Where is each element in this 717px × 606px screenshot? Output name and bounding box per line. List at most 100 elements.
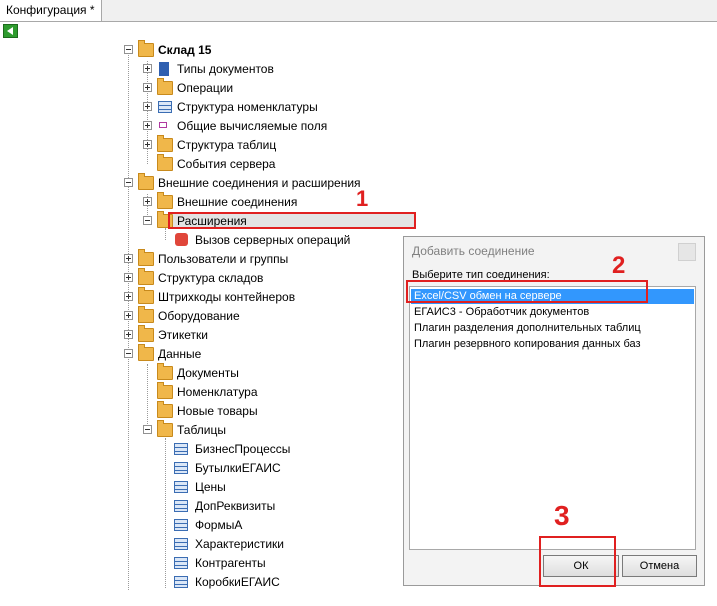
folder-icon [157,192,173,209]
folder-icon [138,249,154,266]
tree-label: БутылкиЕГАИС [195,461,281,475]
close-icon[interactable] [678,243,696,261]
tree-node-users-groups[interactable]: Пользователи и группы [122,249,402,269]
expand-icon[interactable] [124,330,133,339]
tree-node-table-item[interactable]: ДопРеквизиты [159,497,399,516]
folder-icon [157,363,173,380]
tree-node-equipment[interactable]: Оборудование [122,306,402,326]
annotation-number-1: 1 [356,186,369,211]
expand-icon[interactable] [143,64,152,73]
folder-icon [157,135,173,152]
expand-icon[interactable] [143,121,152,130]
table-icon [174,500,188,512]
expand-icon[interactable] [124,311,133,320]
tree-node-table-item[interactable]: БутылкиЕГАИС [159,459,399,478]
tree-label: События сервера [177,157,276,171]
tree-node-server-ops-call[interactable]: Вызов серверных операций [159,231,419,250]
tree-label: Общие вычисляемые поля [177,119,328,133]
folder-icon [138,287,154,304]
collapse-icon[interactable] [143,425,152,434]
back-arrow-icon[interactable] [3,24,18,38]
tree-label: БизнесПроцессы [195,442,291,456]
tree-label: Вызов серверных операций [195,233,351,247]
folder-icon [138,268,154,285]
operations-icon [157,78,173,95]
expand-icon[interactable] [143,140,152,149]
folder-icon [138,173,154,190]
expand-icon[interactable] [124,254,133,263]
tree-label: КоробкиЕГАИС [195,575,280,589]
table-icon [174,538,188,550]
tree-node-table-item[interactable]: КоробкиЕГАИС [159,573,399,592]
tree-label: Оборудование [158,309,240,323]
tree-node-nomenclature-structure[interactable]: Структура номенклатуры [141,98,441,117]
tree-label: Склад 15 [158,43,212,57]
tree-node-table-item[interactable]: Контрагенты [159,554,399,573]
expand-icon[interactable] [124,292,133,301]
expand-icon[interactable] [143,83,152,92]
folder-icon [157,401,173,418]
folder-icon [157,382,173,399]
folder-icon [138,40,154,57]
tree-label: Структура номенклатуры [177,100,318,114]
tree-node-data[interactable]: Данные [122,344,402,364]
cancel-button[interactable]: Отмена [622,555,697,577]
tree-node-table-item[interactable]: Характеристики [159,535,399,554]
tree-label: Данные [158,347,202,361]
list-item[interactable]: Плагин резервного копирования данных баз [411,337,694,352]
tree-node-root[interactable]: Склад 15 [122,40,422,60]
puzzle-icon [175,233,188,246]
tab-bar: Конфигурация * [0,0,717,22]
tree-node-external-and-extensions[interactable]: Внешние соединения и расширения [122,173,422,193]
collapse-icon[interactable] [143,216,152,225]
tree-label: Пользователи и группы [158,252,289,266]
tree-node-table-item[interactable]: ФормыА [159,516,399,535]
connection-type-list[interactable]: Excel/CSV обмен на сервере ЕГАИС3 - Обра… [409,286,696,550]
tree-node-doc-types[interactable]: Типы документов [141,60,441,79]
collapse-icon[interactable] [124,178,133,187]
tree-node-documents[interactable]: Документы [141,363,401,383]
tree-label: Внешние соединения [177,195,298,209]
tree-node-nomenclature[interactable]: Номенклатура [141,382,401,402]
tree-label: Структура складов [158,271,264,285]
tree-node-table-item[interactable]: БизнесПроцессы [159,440,399,459]
collapse-icon[interactable] [124,45,133,54]
tree-label: Номенклатура [177,385,258,399]
tree-label: Таблицы [177,423,227,437]
tree-label: Штрихкоды контейнеров [158,290,296,304]
calc-field-icon [159,122,167,128]
expand-icon[interactable] [143,197,152,206]
tree-node-table-item[interactable]: Цены [159,478,399,497]
tree-label: ФормыА [195,518,243,532]
tree-label: Операции [177,81,234,95]
tree-node-tables[interactable]: Таблицы [141,420,401,440]
dialog-title: Добавить соединение [412,244,535,258]
list-item[interactable]: ЕГАИС3 - Обработчик документов [411,305,694,320]
tree-node-common-fields[interactable]: Общие вычисляемые поля [141,117,441,136]
list-item[interactable]: Плагин разделения дополнительных таблиц [411,321,694,336]
tree-node-new-goods[interactable]: Новые товары [141,401,401,421]
tree-node-table-structure[interactable]: Структура таблиц [141,135,441,155]
folder-icon [157,154,173,171]
collapse-icon[interactable] [124,349,133,358]
tree-label: ДопРеквизиты [195,499,276,513]
tree-node-operations[interactable]: Операции [141,78,441,98]
tree-label: Этикетки [158,328,208,342]
tree-node-external-connections[interactable]: Внешние соединения [141,192,441,212]
tree-node-server-events[interactable]: События сервера [141,154,441,174]
tab-configuration[interactable]: Конфигурация * [0,0,102,21]
tree-node-warehouse-structure[interactable]: Структура складов [122,268,402,288]
tree-node-labels[interactable]: Этикетки [122,325,402,345]
expand-icon[interactable] [143,102,152,111]
tree-label: Типы документов [177,62,274,76]
table-icon [174,576,188,588]
table-icon [174,519,188,531]
tree-label: Структура таблиц [177,138,277,152]
tree-node-container-barcodes[interactable]: Штрихкоды контейнеров [122,287,402,307]
annotation-number-2: 2 [612,252,626,279]
expand-icon[interactable] [124,273,133,282]
tree-label: Контрагенты [195,556,266,570]
tree-label: Документы [177,366,239,380]
table-icon [174,481,188,493]
table-icon [158,101,172,113]
